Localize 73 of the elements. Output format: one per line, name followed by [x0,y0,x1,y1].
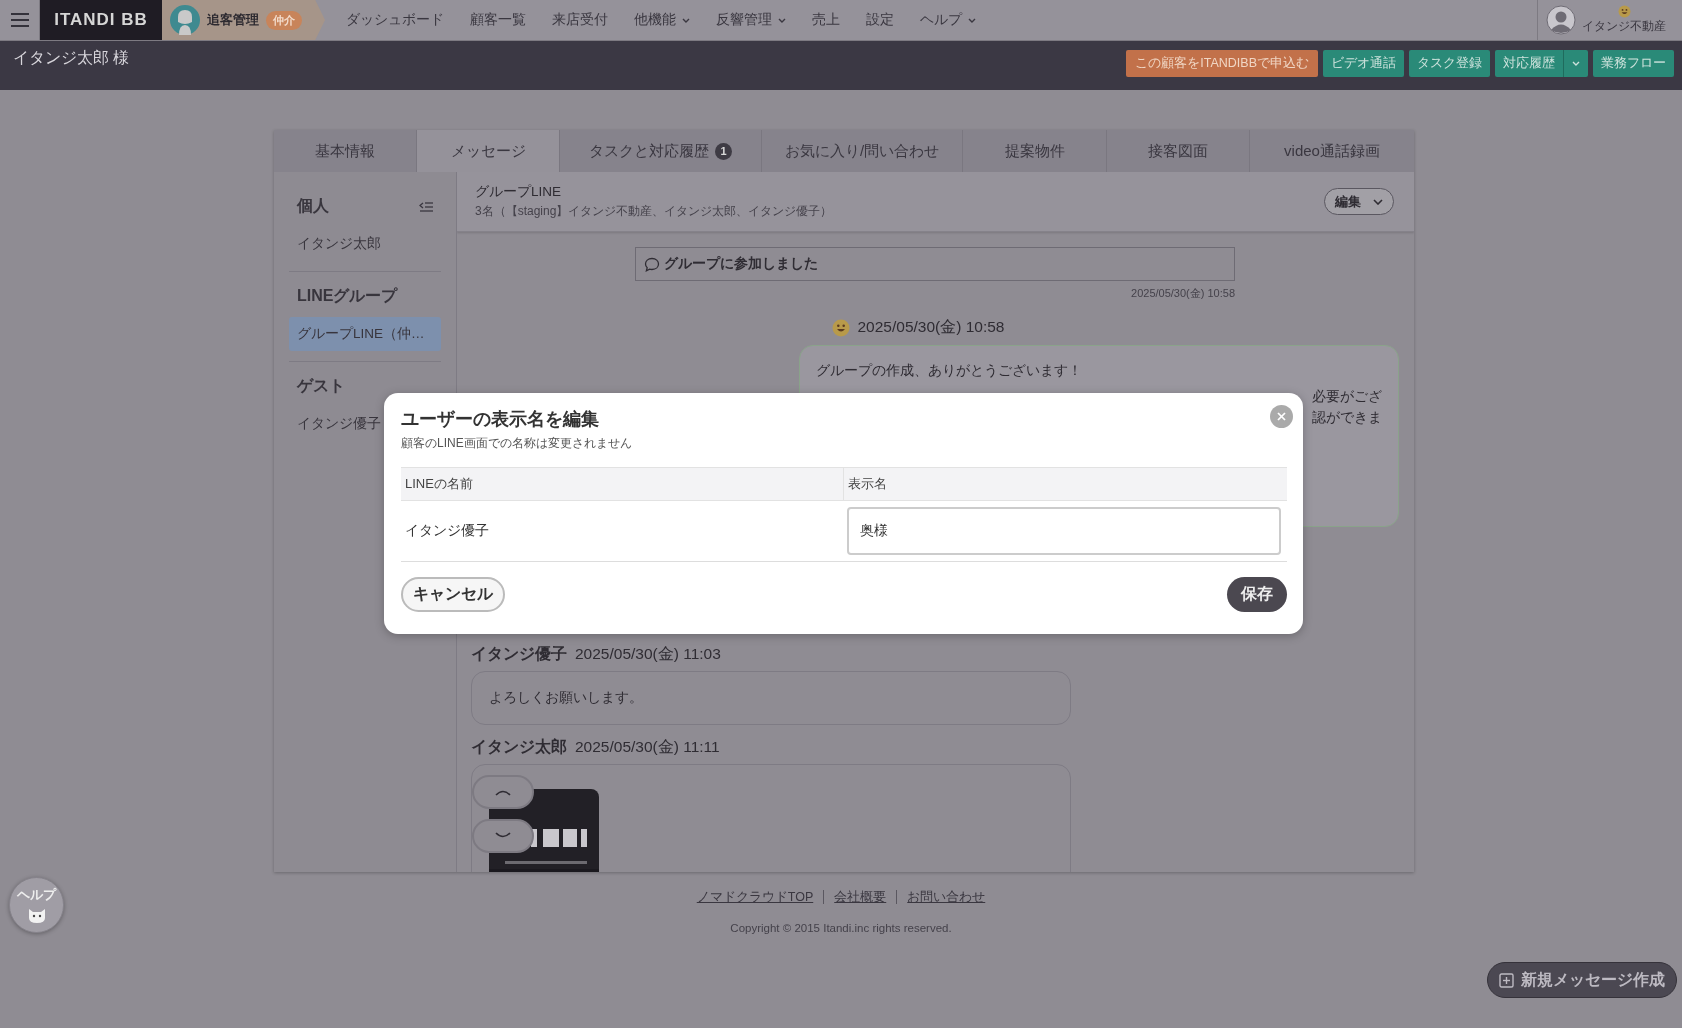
nav-link[interactable]: 顧客一覧 [457,0,539,40]
message-text: 必要がござ [1312,388,1382,404]
timestamp: 2025/05/30(金) 10:58 [857,317,1005,337]
action-button[interactable]: タスク登録 [1409,50,1490,77]
plus-square-icon [1499,972,1514,988]
sender-name: イタンジ優子 [471,644,567,664]
speech-bubble-icon [644,256,660,272]
tab[interactable]: video通話録画 [1250,130,1414,172]
message-text: グループの作成、ありがとうございます！ [816,362,1083,380]
footer-link[interactable]: ノマドクラウドTOP [686,890,824,904]
chat-title: グループLINE [475,183,562,201]
display-name-field[interactable]: 奥様 [847,507,1281,555]
collapse-icon[interactable] [419,201,433,212]
timestamp: 2025/05/30(金) 11:03 [575,644,721,664]
save-button[interactable]: 保存 [1227,577,1287,612]
section-switcher[interactable]: 追客管理 仲介 [162,0,325,40]
scroll-down-button[interactable] [472,819,534,853]
edit-button[interactable]: 編集 [1324,188,1394,215]
account-name[interactable]: イタンジ不動産 [1582,18,1666,35]
caret-icon [968,17,976,23]
dialog-title: ユーザーの表示名を編集 [401,408,599,431]
member-list: 3名（【staging】イタンジ不動産、イタンジ太郎、イタンジ優子） [475,203,833,220]
nav-link[interactable]: ヘルプ [907,0,989,40]
menu-icon [10,13,29,27]
tab[interactable]: メッセージ [417,130,560,172]
event-notice: グループに参加しました [635,247,1235,281]
dialog-subtitle: 顧客のLINE画面での名称は変更されません [401,435,633,452]
caret-icon [778,17,786,23]
logo[interactable]: ITANDI BB [40,0,162,40]
action-button[interactable]: ビデオ通話 [1323,50,1404,77]
column-header: 表示名 [843,467,1287,501]
nav-link[interactable]: ダッシュボード [333,0,457,40]
column-header: LINEの名前 [401,467,843,501]
smiley-icon [831,318,850,337]
smiley-icon [1617,5,1631,18]
conversation-item[interactable]: イタンジ太郎 [289,227,389,261]
caret-icon [682,17,690,23]
close-icon [1277,412,1286,421]
action-button[interactable]: この顧客をITANDIBBで申込む [1126,50,1318,77]
conversation-item[interactable]: グループLINE（仲… [289,317,441,351]
nav-link[interactable]: 売上 [799,0,853,40]
footer-link[interactable]: 会社概要 [823,890,897,904]
nav-link[interactable]: 設定 [853,0,907,40]
table-cell: イタンジ優子 [401,500,843,562]
section-heading: 個人 [297,196,329,216]
action-button[interactable]: 対応履歴 [1495,50,1588,77]
help-button[interactable]: ヘルプ [9,877,64,933]
section-title: 追客管理 [207,11,259,29]
customer-name: イタンジ太郎 様 [13,48,130,68]
close-button[interactable] [1270,405,1293,428]
timestamp: 2025/05/30(金) 11:11 [575,737,720,757]
message-text: よろしくお願いします。 [489,689,643,707]
cancel-button[interactable]: キャンセル [401,577,505,612]
timestamp: 2025/05/30(金) 10:58 [1131,287,1235,299]
new-message-button[interactable]: 新規メッセージ作成 [1487,962,1677,998]
nav-link[interactable]: 反響管理 [703,0,799,40]
avatar-icon[interactable] [1546,5,1576,35]
chevron-down-icon [495,832,511,840]
message-text: 認ができま [1312,409,1382,425]
section-heading: LINEグループ [297,286,398,306]
sender-name: イタンジ太郎 [471,737,567,757]
nav-link[interactable]: 来店受付 [539,0,621,40]
nav-link[interactable]: 他機能 [621,0,703,40]
role-badge: 仲介 [266,10,302,30]
scroll-up-button[interactable] [472,775,534,809]
count-badge: 1 [715,142,732,160]
copyright-text: Copyright © 2015 Itandi.inc rights reserved. [730,922,952,934]
dropdown-caret-icon [1572,61,1580,66]
action-button[interactable]: 業務フロー [1593,50,1674,77]
chevron-up-icon [495,788,511,796]
footer-link[interactable]: お問い合わせ [896,890,996,904]
section-heading: ゲスト [297,376,345,396]
chevron-down-icon [1373,198,1383,205]
